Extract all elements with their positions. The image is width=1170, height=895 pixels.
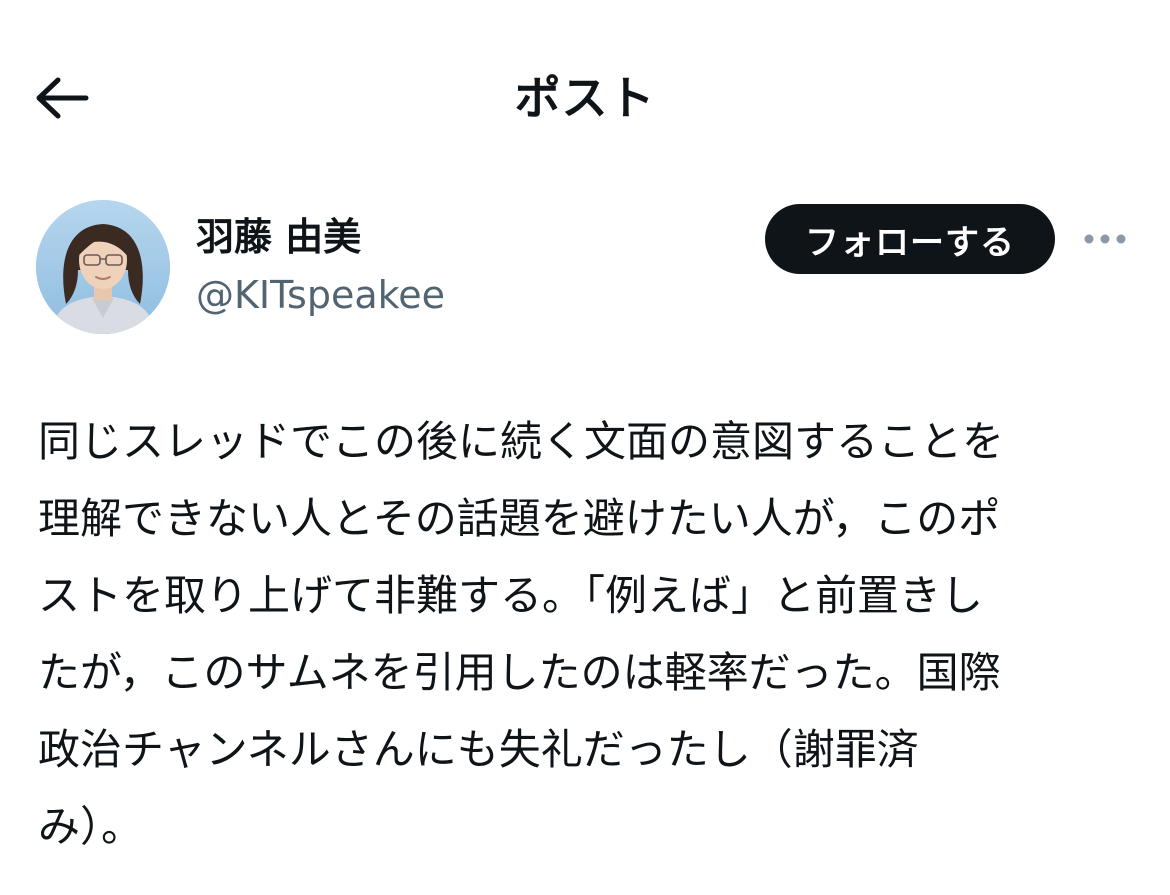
more-options-button[interactable] (1080, 216, 1130, 262)
top-bar: ポスト (0, 0, 1170, 190)
follow-button[interactable]: フォローする (765, 204, 1055, 274)
author-display-name[interactable]: 羽藤 由美 (196, 212, 361, 262)
user-avatar-image (36, 200, 170, 334)
avatar[interactable] (36, 200, 170, 334)
post-author: 羽藤 由美 @KITspeakee フォローする (0, 190, 1170, 350)
page-title: ポスト (514, 71, 656, 125)
more-horizontal-icon (1084, 234, 1126, 244)
post-text: 同じスレッドでこの後に続く文面の意図することを 理解できない人とその話題を避けた… (38, 417, 1005, 851)
author-handle[interactable]: @KITspeakee (196, 270, 445, 320)
